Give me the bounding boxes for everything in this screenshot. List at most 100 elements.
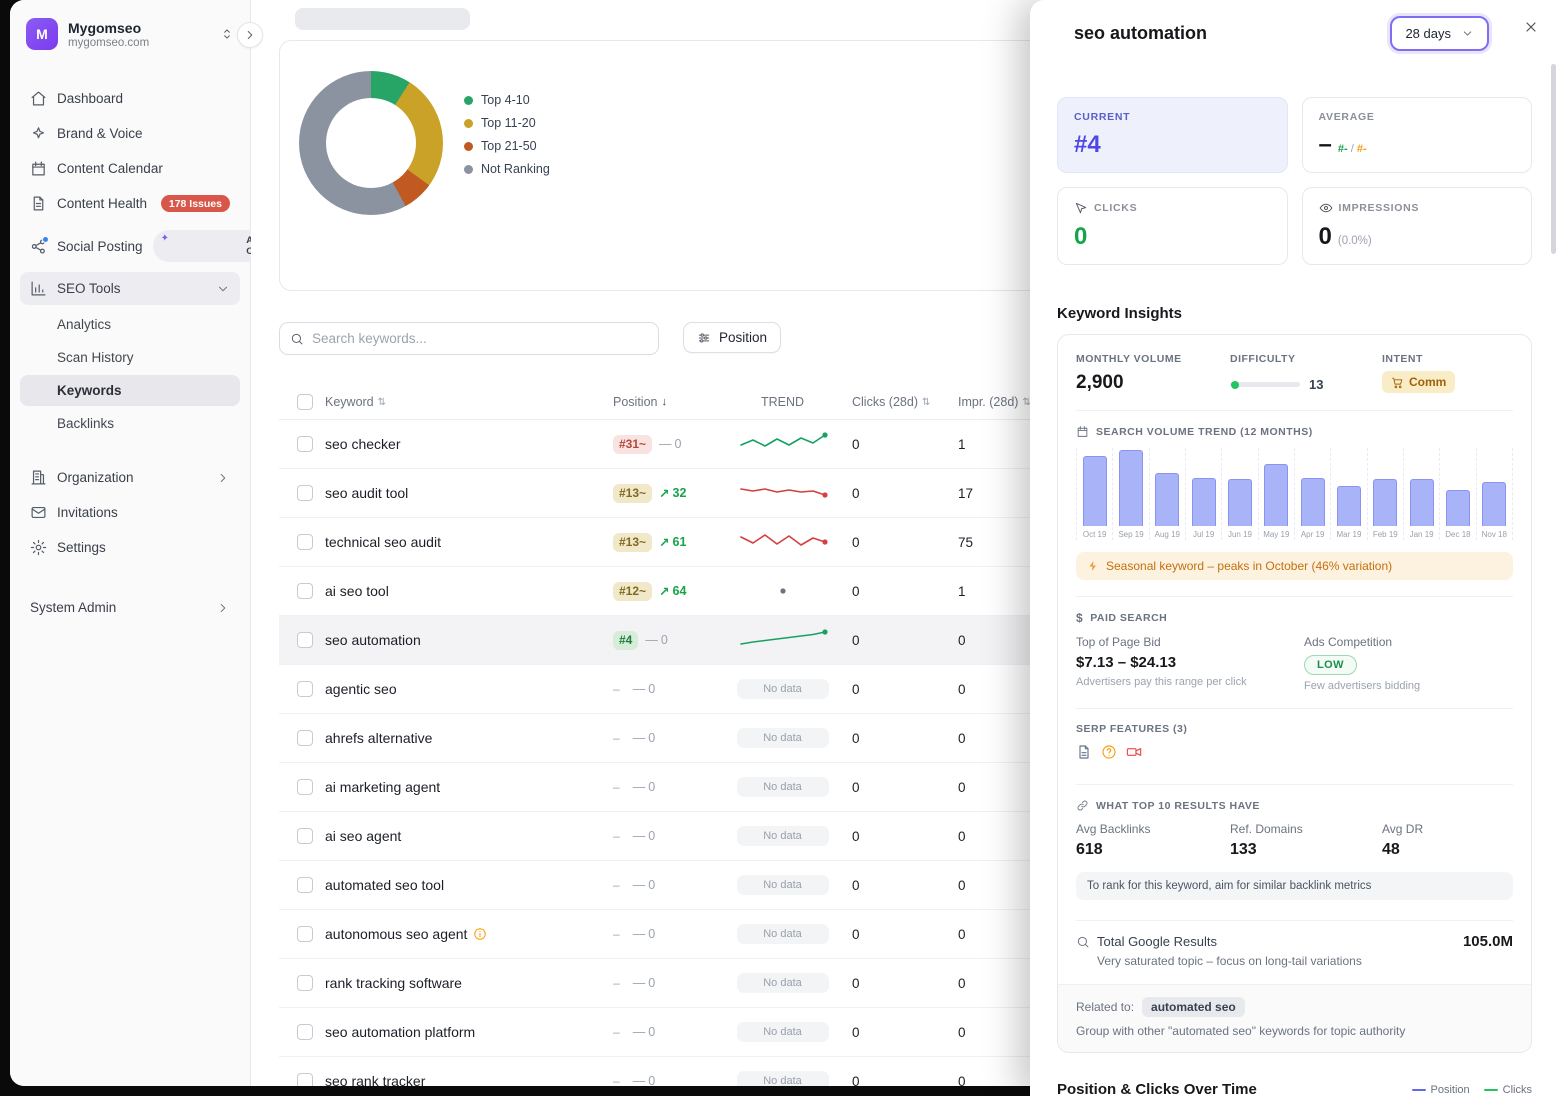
sidebar-item-seo-tools[interactable]: SEO Tools [20, 272, 240, 305]
related-keyword-chip[interactable]: automated seo [1142, 997, 1245, 1017]
sidebar-item-scan-history[interactable]: Scan History [20, 342, 240, 373]
row-checkbox[interactable] [297, 779, 313, 795]
bar-chart-icon [30, 280, 47, 297]
sidebar-item-label: System Admin [30, 600, 116, 615]
no-data-pill: No data [737, 826, 829, 846]
legend-label: Top 21-50 [481, 139, 537, 153]
bid-label: Top of Page Bid [1076, 635, 1304, 649]
bar-slot: Aug 19 [1150, 448, 1186, 540]
search-input[interactable] [312, 331, 648, 346]
sidebar: M Mygomseo mygomseo.com Dashboard Brand … [10, 0, 251, 1086]
sidebar-item-invitations[interactable]: Invitations [20, 496, 240, 529]
calendar-icon [30, 160, 47, 177]
trend-sparkline [713, 529, 852, 555]
chevrons-up-down-icon [220, 27, 234, 41]
sidebar-item-system-admin[interactable]: System Admin [20, 592, 240, 623]
dr-label: Avg DR [1382, 822, 1513, 836]
sidebar-item-analytics[interactable]: Analytics [20, 309, 240, 340]
row-checkbox[interactable] [297, 926, 313, 942]
legend-item: Top 4-10 [464, 93, 550, 107]
row-checkbox[interactable] [297, 583, 313, 599]
position-cell: – —0 [613, 778, 713, 797]
results-note: Very saturated topic – focus on long-tai… [1097, 954, 1513, 968]
position-delta: ↗32 [659, 486, 686, 501]
close-icon[interactable] [1521, 18, 1541, 38]
seo-tools-submenu: Analytics Scan History Keywords Backlink… [20, 309, 240, 439]
sidebar-item-social-posting[interactable]: Social Posting ✦ADD-ON [20, 222, 240, 270]
clicks-value: 0 [852, 780, 940, 795]
position-badge: – [613, 778, 626, 797]
row-checkbox[interactable] [297, 485, 313, 501]
position-badge: – [613, 680, 626, 699]
mail-icon [30, 504, 47, 521]
ads-note: Few advertisers bidding [1304, 680, 1513, 692]
row-checkbox[interactable] [297, 632, 313, 648]
legend-item: Top 21-50 [464, 139, 550, 153]
results-label: Total Google Results [1097, 934, 1217, 949]
sort-icon: ⇅ [378, 397, 386, 408]
sidebar-item-brand-voice[interactable]: Brand & Voice [20, 117, 240, 150]
position-delta: —0 [633, 731, 655, 745]
volume-bar [1228, 479, 1252, 526]
date-range-select[interactable]: 28 days [1390, 16, 1489, 51]
date-range-value: 28 days [1405, 26, 1451, 41]
sidebar-item-label: Social Posting [57, 239, 143, 254]
row-checkbox[interactable] [297, 975, 313, 991]
position-delta: ↗64 [659, 584, 686, 599]
workspace-name: Mygomseo [68, 20, 210, 36]
legend-dot [464, 96, 473, 105]
sidebar-item-organization[interactable]: Organization [20, 461, 240, 494]
row-checkbox[interactable] [297, 534, 313, 550]
sidebar-item-settings[interactable]: Settings [20, 531, 240, 564]
monthly-volume-label: MONTHLY VOLUME [1076, 353, 1230, 365]
legend-label: Top 4-10 [481, 93, 530, 107]
volume-bar [1083, 456, 1107, 526]
clicks-card: CLICKS 0 [1057, 187, 1288, 265]
sidebar-item-label: Content Health [57, 196, 147, 211]
sidebar-collapse-button[interactable] [237, 22, 263, 48]
difficulty: DIFFICULTY 13 [1230, 353, 1382, 394]
serp-features-heading: SERP FEATURES (3) [1076, 723, 1513, 735]
row-checkbox[interactable] [297, 730, 313, 746]
workspace-switcher[interactable]: M Mygomseo mygomseo.com [20, 14, 240, 54]
row-checkbox[interactable] [297, 1024, 313, 1040]
row-checkbox[interactable] [297, 681, 313, 697]
workspace-avatar: M [26, 18, 58, 50]
row-checkbox[interactable] [297, 436, 313, 452]
sidebar-item-backlinks[interactable]: Backlinks [20, 408, 240, 439]
row-checkbox[interactable] [297, 877, 313, 893]
position-delta: —0 [633, 682, 655, 696]
header-clicks[interactable]: Clicks (28d)⇅ [852, 395, 940, 409]
header-keyword[interactable]: Keyword⇅ [325, 395, 613, 409]
current-position-card: CURRENT #4 [1057, 97, 1288, 173]
backlinks-value: 618 [1076, 841, 1230, 859]
sidebar-item-content-health[interactable]: Content Health 178 Issues [20, 187, 240, 220]
select-all-checkbox[interactable] [297, 394, 313, 410]
stat-value: – [1319, 131, 1332, 159]
row-checkbox[interactable] [297, 1073, 313, 1086]
volume-trend-title: SEARCH VOLUME TREND (12 MONTHS) [1096, 426, 1313, 438]
sidebar-item-content-calendar[interactable]: Content Calendar [20, 152, 240, 185]
header-position[interactable]: Position↓ [613, 395, 713, 409]
position-delta: —0 [633, 829, 655, 843]
sidebar-item-dashboard[interactable]: Dashboard [20, 82, 240, 115]
document-icon [1076, 744, 1092, 760]
scrollbar[interactable] [1551, 64, 1556, 254]
sidebar-item-keywords[interactable]: Keywords [20, 375, 240, 406]
trend-sparkline: No data [713, 728, 852, 748]
row-checkbox[interactable] [297, 828, 313, 844]
stat-value: #4 [1074, 131, 1271, 159]
trend-sparkline [713, 627, 852, 653]
no-data-pill: No data [737, 1071, 829, 1086]
chevron-down-icon [1461, 27, 1474, 40]
legend-line [1484, 1089, 1498, 1091]
position-filter-button[interactable]: Position [683, 322, 781, 353]
position-badge: – [613, 1072, 626, 1087]
bar-label: Nov 18 [1482, 530, 1507, 540]
bar-slot: May 19 [1259, 448, 1295, 540]
clicks-value: 0 [852, 731, 940, 746]
volume-trend-heading: SEARCH VOLUME TREND (12 MONTHS) [1076, 425, 1513, 438]
related-label: Related to: [1076, 1000, 1134, 1014]
intent-value: Comm [1409, 375, 1446, 389]
stat-value: 0 [1319, 223, 1332, 251]
